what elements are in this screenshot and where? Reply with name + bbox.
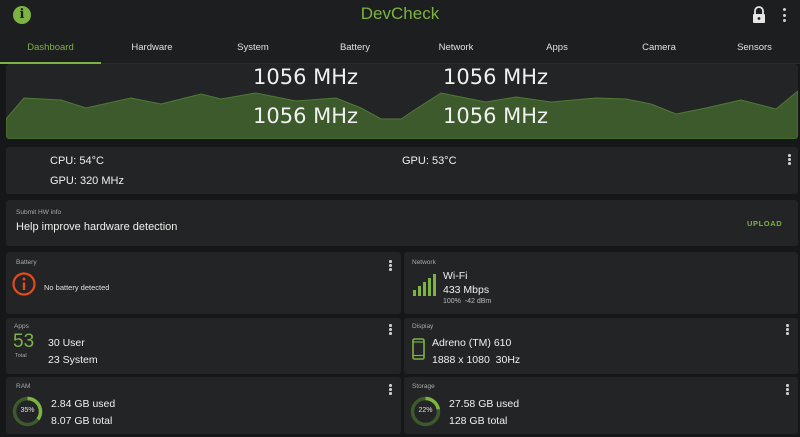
signal-strength: 100% -42 dBm (443, 298, 491, 305)
hw-info-text: Help improve hardware detection (16, 221, 178, 233)
battery-info-icon (12, 272, 36, 296)
cpu-core-frequency: 1056 MHz (443, 65, 549, 89)
more-vert-icon[interactable] (389, 324, 393, 336)
submit-hw-info-card[interactable]: Submit HW info Help improve hardware det… (6, 200, 798, 246)
display-resolution: 1888 x 1080 (432, 354, 490, 366)
tab-hardware[interactable]: Hardware (101, 34, 203, 64)
ram-used: 2.84 GB used (51, 398, 116, 410)
apps-total-label: Total (15, 353, 27, 359)
ram-percent: 35% (20, 407, 35, 414)
cpu-temperature: CPU: 54°C (50, 155, 104, 167)
apps-label: Apps (14, 323, 29, 330)
more-vert-icon[interactable] (786, 384, 790, 396)
storage-used: 27.58 GB used (449, 398, 520, 410)
storage-card[interactable]: Storage 22% 27.58 GB used 128 GB total (404, 377, 798, 434)
storage-total: 128 GB total (449, 415, 508, 427)
tab-camera[interactable]: Camera (609, 34, 709, 64)
apps-user-count: 30 User (48, 337, 85, 349)
battery-label: Battery (16, 259, 37, 266)
signal-percent: 100% (443, 298, 461, 305)
battery-card[interactable]: Battery No battery detected (6, 252, 401, 314)
gpu-frequency: GPU: 320 MHz (50, 175, 124, 187)
storage-label: Storage (412, 383, 435, 390)
signal-dbm: -42 dBm (464, 298, 492, 305)
cpu-frequency-card[interactable]: 1056 MHz 1056 MHz 1056 MHz 1056 MHz (6, 64, 798, 139)
temperature-card[interactable]: CPU: 54°C GPU: 53°C GPU: 320 MHz (6, 147, 798, 194)
ram-total: 8.07 GB total (51, 415, 113, 427)
network-speed: 433 Mbps (443, 284, 490, 296)
phone-icon (412, 338, 425, 360)
cpu-core-frequency: 1056 MHz (443, 104, 549, 128)
network-card[interactable]: Network Wi-Fi 433 Mbps 100% -42 dBm (404, 252, 798, 314)
tab-sensors[interactable]: Sensors (709, 34, 800, 64)
ram-label: RAM (16, 383, 31, 390)
display-gpu: Adreno (TM) 610 (432, 337, 512, 349)
apps-total-count: 53 (13, 331, 35, 352)
lock-icon[interactable] (752, 6, 766, 24)
display-label: Display (412, 323, 434, 330)
app-title: DevCheck (360, 4, 440, 23)
tab-apps[interactable]: Apps (505, 34, 609, 64)
hw-info-label: Submit HW info (16, 209, 62, 216)
cpu-core-frequency: 1056 MHz (253, 65, 359, 89)
display-refresh-rate: 30Hz (495, 354, 521, 366)
tab-bar: Dashboard Hardware System Battery Networ… (0, 34, 800, 64)
cpu-frequency-graph (6, 90, 798, 139)
tab-system[interactable]: System (203, 34, 303, 64)
storage-percent: 22% (418, 407, 433, 414)
network-type: Wi-Fi (443, 270, 468, 282)
cpu-core-frequency: 1056 MHz (253, 104, 359, 128)
gpu-temperature: GPU: 53°C (402, 155, 457, 167)
more-vert-icon[interactable] (788, 154, 792, 166)
tab-battery[interactable]: Battery (303, 34, 407, 64)
ram-card[interactable]: RAM 35% 2.84 GB used 8.07 GB total (6, 377, 401, 434)
battery-status: No battery detected (44, 283, 110, 292)
more-vert-icon[interactable] (389, 260, 393, 272)
upload-button[interactable]: UPLOAD (747, 219, 782, 228)
display-card[interactable]: Display Adreno (TM) 610 1888 x 1080 30Hz (404, 318, 798, 374)
more-vert-icon[interactable] (389, 384, 393, 396)
more-vert-icon[interactable] (783, 8, 787, 22)
more-vert-icon[interactable] (786, 324, 790, 336)
app-bar: i DevCheck (0, 0, 800, 34)
tab-dashboard[interactable]: Dashboard (0, 34, 101, 64)
tab-network[interactable]: Network (407, 34, 505, 64)
wifi-signal-icon (413, 274, 436, 296)
display-specs: 1888 x 1080 30Hz (432, 354, 520, 366)
apps-card[interactable]: Apps 53 Total 30 User 23 System (6, 318, 401, 374)
apps-system-count: 23 System (48, 354, 98, 366)
network-label: Network (412, 259, 436, 266)
